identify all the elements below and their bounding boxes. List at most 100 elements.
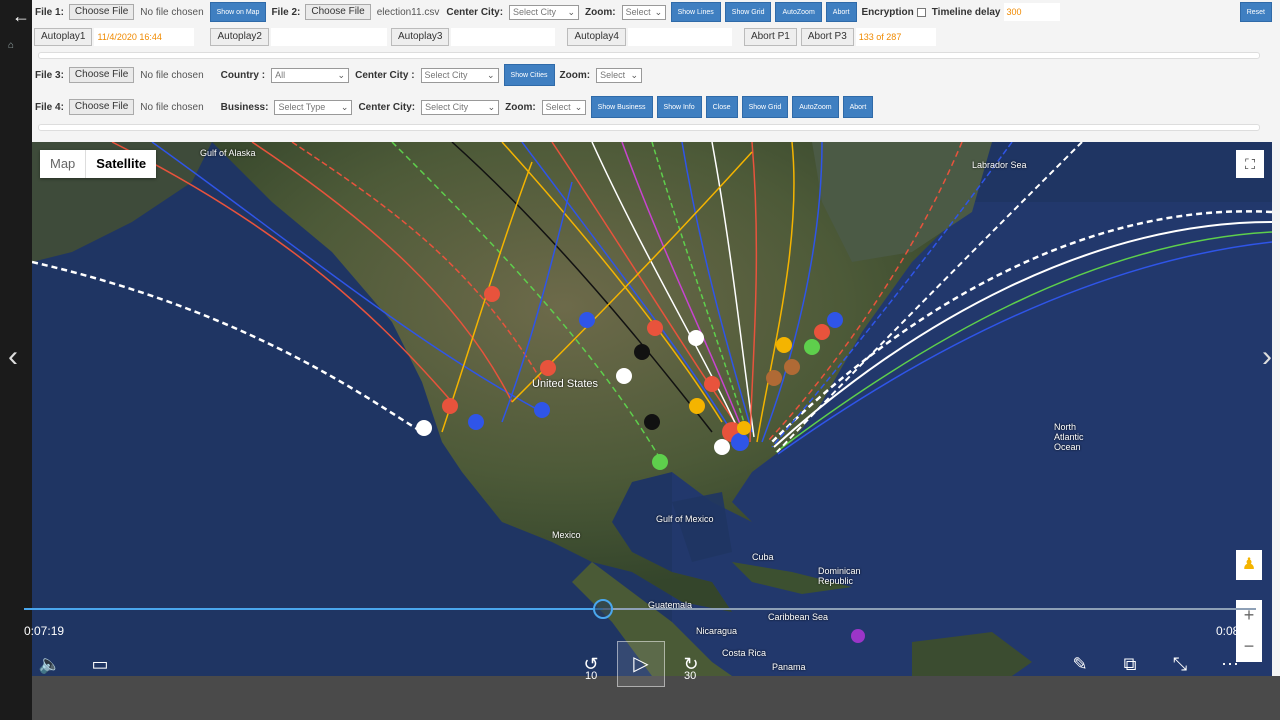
center-city-select-3[interactable]: Select City	[420, 67, 499, 83]
map-pin[interactable]	[688, 330, 704, 346]
map-pin[interactable]	[652, 454, 668, 470]
country-select[interactable]: All	[271, 67, 350, 83]
file3-label: File 3:	[35, 69, 64, 81]
encryption-checkbox[interactable]	[916, 7, 926, 17]
autoplay1-button[interactable]: Autoplay1	[34, 28, 93, 46]
map-pin[interactable]	[442, 398, 458, 414]
map-pin[interactable]	[766, 370, 782, 386]
autoplay2-value[interactable]	[270, 28, 387, 46]
zoom-label-3: Zoom:	[559, 69, 591, 81]
exit-fullscreen-icon[interactable]: ⤡	[1166, 648, 1194, 680]
autoplay2-button[interactable]: Autoplay2	[210, 28, 269, 46]
rewind-button[interactable]: ↺ 10	[576, 648, 606, 682]
close-button[interactable]: Close	[705, 96, 738, 118]
more-options-icon[interactable]: ⋯	[1216, 648, 1244, 680]
mini-view-icon[interactable]: ⧉	[1116, 648, 1144, 680]
map-pin-cluster[interactable]	[714, 439, 730, 455]
captions-icon[interactable]: ▭	[86, 648, 114, 680]
map-pin[interactable]	[704, 376, 720, 392]
satellite-tab[interactable]: Satellite	[85, 150, 156, 178]
autoplay3-button[interactable]: Autoplay3	[390, 28, 450, 46]
center-city-label-4: Center City:	[358, 101, 416, 113]
file3-choose-button[interactable]: Choose File	[68, 67, 135, 83]
show-on-map-button[interactable]: Show on Map	[209, 2, 267, 22]
map-canvas	[32, 142, 1272, 676]
map-pin[interactable]	[534, 402, 550, 418]
map-label-labrador: Labrador Sea	[972, 160, 1027, 170]
map-pin[interactable]	[579, 312, 595, 328]
home-icon[interactable]: ⌂	[8, 40, 20, 52]
map-type-toggle: Map Satellite	[40, 150, 157, 178]
map-pin[interactable]	[827, 312, 843, 328]
map-pin[interactable]	[814, 324, 830, 340]
autoplay4-value[interactable]	[627, 28, 732, 46]
satellite-map[interactable]: Map Satellite ⛶ ♟ + − United States Mexi…	[32, 142, 1272, 676]
timeline-slider-2[interactable]	[38, 124, 1260, 131]
business-value: Select Type	[278, 101, 326, 112]
map-pin[interactable]	[416, 420, 432, 436]
map-pin[interactable]	[634, 344, 650, 360]
map-pin[interactable]	[484, 286, 500, 302]
map-pin[interactable]	[468, 414, 484, 430]
center-city-select[interactable]: Select City	[509, 4, 580, 20]
center-city-select-4[interactable]: Select City	[421, 99, 500, 115]
file4-choose-button[interactable]: Choose File	[68, 99, 135, 115]
timeline-slider-1[interactable]	[38, 52, 1260, 59]
zoom-select-3[interactable]: Select	[596, 67, 643, 83]
file1-label: File 1:	[35, 6, 64, 18]
encryption-label: Encryption	[861, 6, 914, 18]
autoplay4-button[interactable]: Autoplay4	[567, 28, 626, 46]
autozoom-button-4[interactable]: AutoZoom	[792, 96, 839, 118]
map-pin[interactable]	[851, 629, 865, 643]
video-progress-bar[interactable]	[24, 599, 1256, 619]
forward-seconds: 30	[684, 670, 697, 682]
zoom-select-4[interactable]: Select	[541, 99, 586, 115]
show-business-button[interactable]: Show Business	[590, 96, 653, 118]
show-info-button[interactable]: Show Info	[656, 96, 702, 118]
map-pin[interactable]	[540, 360, 556, 376]
next-chevron-icon[interactable]: ›	[1262, 340, 1272, 374]
abort-p1-button[interactable]: Abort P1	[743, 28, 797, 46]
previous-chevron-icon[interactable]: ‹	[8, 340, 18, 374]
abort-button-4[interactable]: Abort	[842, 96, 874, 118]
zoom-select[interactable]: Select	[621, 4, 666, 20]
map-pin[interactable]	[689, 398, 705, 414]
abort-button[interactable]: Abort	[825, 2, 857, 22]
business-select[interactable]: Select Type	[274, 99, 353, 115]
map-tab[interactable]: Map	[40, 150, 85, 178]
map-pin[interactable]	[776, 337, 792, 353]
forward-button[interactable]: ↻ 30	[676, 648, 706, 682]
play-button[interactable]: ▷	[617, 641, 665, 687]
map-pin[interactable]	[647, 320, 663, 336]
street-view-pegman-icon[interactable]: ♟	[1236, 550, 1262, 580]
draw-pen-icon[interactable]: ✎	[1066, 648, 1094, 680]
map-pin-cluster[interactable]	[731, 433, 749, 451]
autoplay3-value[interactable]	[451, 28, 556, 46]
center-city-label: Center City:	[446, 6, 504, 18]
remaining-time: 0:08:12	[1215, 624, 1256, 638]
autozoom-button[interactable]: AutoZoom	[775, 2, 822, 22]
show-grid-button-4[interactable]: Show Grid	[741, 96, 789, 118]
abort-p3-button[interactable]: Abort P3	[800, 28, 854, 46]
reset-button[interactable]: Reset	[1239, 2, 1272, 22]
fullscreen-icon[interactable]: ⛶	[1236, 150, 1264, 178]
file1-choose-button[interactable]: Choose File	[68, 4, 135, 20]
elapsed-time: 0:07:19	[24, 624, 65, 638]
map-pin[interactable]	[644, 414, 660, 430]
file2-choose-button[interactable]: Choose File	[305, 4, 371, 20]
show-grid-button[interactable]: Show Grid	[724, 2, 772, 22]
volume-icon[interactable]: 🔈	[36, 648, 64, 680]
back-arrow-icon[interactable]: ←	[8, 4, 34, 28]
center-city-value: Select City	[513, 6, 557, 17]
show-cities-button[interactable]: Show Cities	[503, 64, 555, 86]
map-pin-cluster[interactable]	[737, 421, 751, 435]
show-lines-button[interactable]: Show Lines	[670, 2, 721, 22]
map-pin[interactable]	[784, 359, 800, 375]
file1-status: No file chosen	[140, 6, 204, 18]
autoplay1-value[interactable]: 11/4/2020 16:44	[94, 28, 195, 46]
map-pin[interactable]	[804, 339, 820, 355]
center-city-value-4: Select City	[425, 101, 469, 112]
timeline-delay-input[interactable]: 300	[1003, 3, 1060, 21]
map-pin[interactable]	[616, 368, 632, 384]
video-progress-thumb[interactable]	[593, 599, 614, 619]
